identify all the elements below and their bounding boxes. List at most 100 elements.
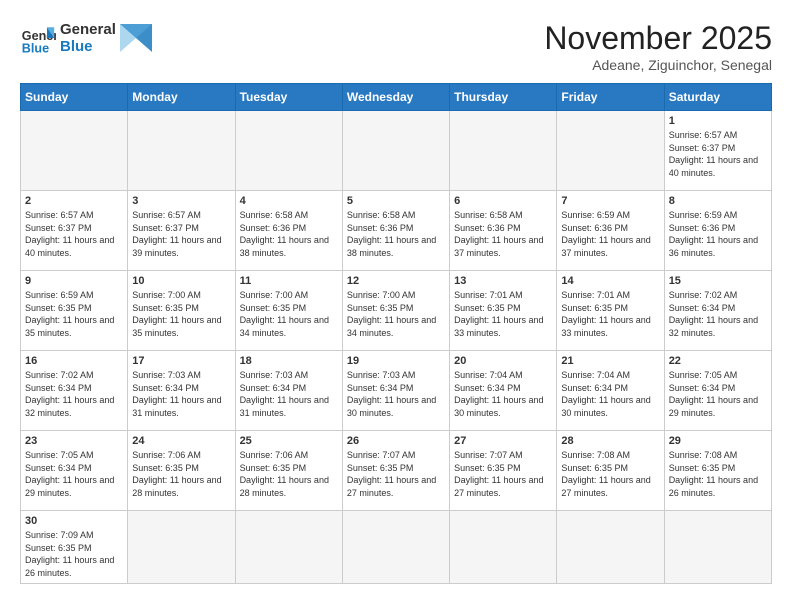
- cell-5-1: [128, 511, 235, 584]
- cell-info: Sunrise: 6:59 AMSunset: 6:36 PMDaylight:…: [561, 209, 659, 259]
- location-subtitle: Adeane, Ziguinchor, Senegal: [544, 57, 772, 73]
- cell-1-2: 4 Sunrise: 6:58 AMSunset: 6:36 PMDaylight…: [235, 191, 342, 271]
- cell-2-2: 11Sunrise: 7:00 AMSunset: 6:35 PMDayligh…: [235, 271, 342, 351]
- header-thursday: Thursday: [450, 84, 557, 111]
- cell-info: Sunrise: 6:59 AMSunset: 6:36 PMDaylight:…: [669, 209, 767, 259]
- cell-info: Sunrise: 7:01 AMSunset: 6:35 PMDaylight:…: [561, 289, 659, 339]
- week-row-1: 1Sunrise: 6:57 AMSunset: 6:37 PMDaylight…: [21, 111, 772, 191]
- cell-info: Sunrise: 7:04 AMSunset: 6:34 PMDaylight:…: [561, 369, 659, 419]
- cell-info: Sunrise: 7:04 AMSunset: 6:34 PMDaylight:…: [454, 369, 552, 419]
- cell-2-1: 10 Sunrise: 7:00 AMSunset: 6:35 PMDayligh…: [128, 271, 235, 351]
- cell-info: Sunrise: 7:00 AMSunset: 6:35 PMDaylight:…: [132, 289, 230, 339]
- cell-1-6: 8 Sunrise: 6:59 AMSunset: 6:36 PMDaylight…: [664, 191, 771, 271]
- cell-info: Sunrise: 7:00 AMSunset: 6:35 PMDaylight:…: [347, 289, 445, 339]
- cell-info: Sunrise: 7:08 AMSunset: 6:35 PMDaylight:…: [669, 449, 767, 499]
- day-number: 13: [454, 275, 552, 287]
- page-header: General Blue General Blue November 2025 …: [20, 20, 772, 73]
- week-row-4: 16 Sunrise: 7:02 AMSunset: 6:34 PMDayligh…: [21, 351, 772, 431]
- cell-info: Sunrise: 6:57 AMSunset: 6:37 PMDaylight:…: [132, 209, 230, 259]
- cell-5-3: [342, 511, 449, 584]
- cell-2-4: 13Sunrise: 7:01 AMSunset: 6:35 PMDayligh…: [450, 271, 557, 351]
- header-friday: Friday: [557, 84, 664, 111]
- cell-4-6: 29 Sunrise: 7:08 AMSunset: 6:35 PMDayligh…: [664, 431, 771, 511]
- cell-1-3: 5Sunrise: 6:58 AMSunset: 6:36 PMDaylight…: [342, 191, 449, 271]
- cell-info: Sunrise: 6:59 AMSunset: 6:35 PMDaylight:…: [25, 289, 123, 339]
- day-number: 25: [240, 435, 338, 447]
- cell-1-1: 3 Sunrise: 6:57 AMSunset: 6:37 PMDaylight…: [128, 191, 235, 271]
- cell-info: Sunrise: 6:57 AMSunset: 6:37 PMDaylight:…: [25, 209, 123, 259]
- calendar-table: SundayMondayTuesdayWednesdayThursdayFrid…: [20, 83, 772, 584]
- day-number: 7: [561, 195, 659, 207]
- day-number: 4: [240, 195, 338, 207]
- day-number: 3: [132, 195, 230, 207]
- cell-info: Sunrise: 7:03 AMSunset: 6:34 PMDaylight:…: [347, 369, 445, 419]
- cell-2-3: 12 Sunrise: 7:00 AMSunset: 6:35 PMDayligh…: [342, 271, 449, 351]
- cell-info: Sunrise: 7:05 AMSunset: 6:34 PMDaylight:…: [669, 369, 767, 419]
- cell-4-2: 25 Sunrise: 7:06 AMSunset: 6:35 PMDayligh…: [235, 431, 342, 511]
- day-number: 12: [347, 275, 445, 287]
- cell-3-0: 16 Sunrise: 7:02 AMSunset: 6:34 PMDayligh…: [21, 351, 128, 431]
- cell-1-4: 6Sunrise: 6:58 AMSunset: 6:36 PMDaylight…: [450, 191, 557, 271]
- title-block: November 2025 Adeane, Ziguinchor, Senega…: [544, 20, 772, 73]
- cell-info: Sunrise: 7:09 AMSunset: 6:35 PMDaylight:…: [25, 529, 123, 579]
- cell-3-6: 22 Sunrise: 7:05 AMSunset: 6:34 PMDayligh…: [664, 351, 771, 431]
- cell-0-3: [342, 111, 449, 191]
- day-number: 9: [25, 275, 123, 287]
- day-number: 10: [132, 275, 230, 287]
- header-wednesday: Wednesday: [342, 84, 449, 111]
- cell-2-6: 15 Sunrise: 7:02 AMSunset: 6:34 PMDayligh…: [664, 271, 771, 351]
- logo-icon: General Blue: [20, 20, 56, 56]
- day-number: 20: [454, 355, 552, 367]
- cell-0-2: [235, 111, 342, 191]
- cell-info: Sunrise: 7:03 AMSunset: 6:34 PMDaylight:…: [132, 369, 230, 419]
- cell-5-5: [557, 511, 664, 584]
- cell-1-0: 2 Sunrise: 6:57 AMSunset: 6:37 PMDaylight…: [21, 191, 128, 271]
- day-number: 28: [561, 435, 659, 447]
- day-number: 16: [25, 355, 123, 367]
- week-row-3: 9 Sunrise: 6:59 AMSunset: 6:35 PMDaylight…: [21, 271, 772, 351]
- cell-4-1: 24 Sunrise: 7:06 AMSunset: 6:35 PMDayligh…: [128, 431, 235, 511]
- header-monday: Monday: [128, 84, 235, 111]
- cell-3-4: 20 Sunrise: 7:04 AMSunset: 6:34 PMDayligh…: [450, 351, 557, 431]
- cell-info: Sunrise: 7:06 AMSunset: 6:35 PMDaylight:…: [132, 449, 230, 499]
- day-number: 2: [25, 195, 123, 207]
- logo-blue-text: Blue: [60, 38, 116, 55]
- cell-3-1: 17 Sunrise: 7:03 AMSunset: 6:34 PMDayligh…: [128, 351, 235, 431]
- week-row-5: 23Sunrise: 7:05 AMSunset: 6:34 PMDayligh…: [21, 431, 772, 511]
- day-number: 19: [347, 355, 445, 367]
- cell-0-4: [450, 111, 557, 191]
- cell-4-4: 27 Sunrise: 7:07 AMSunset: 6:35 PMDayligh…: [450, 431, 557, 511]
- cell-1-5: 7 Sunrise: 6:59 AMSunset: 6:36 PMDaylight…: [557, 191, 664, 271]
- cell-info: Sunrise: 7:06 AMSunset: 6:35 PMDaylight:…: [240, 449, 338, 499]
- logo-general-text: General: [60, 21, 116, 38]
- cell-5-2: [235, 511, 342, 584]
- cell-info: Sunrise: 7:02 AMSunset: 6:34 PMDaylight:…: [669, 289, 767, 339]
- cell-5-6: [664, 511, 771, 584]
- day-number: 22: [669, 355, 767, 367]
- day-number: 29: [669, 435, 767, 447]
- cell-info: Sunrise: 7:02 AMSunset: 6:34 PMDaylight:…: [25, 369, 123, 419]
- cell-info: Sunrise: 7:07 AMSunset: 6:35 PMDaylight:…: [347, 449, 445, 499]
- header-sunday: Sunday: [21, 84, 128, 111]
- cell-2-0: 9 Sunrise: 6:59 AMSunset: 6:35 PMDaylight…: [21, 271, 128, 351]
- month-year-title: November 2025: [544, 20, 772, 57]
- cell-info: Sunrise: 6:58 AMSunset: 6:36 PMDaylight:…: [240, 209, 338, 259]
- day-number: 26: [347, 435, 445, 447]
- day-number: 21: [561, 355, 659, 367]
- day-number: 1: [669, 115, 767, 127]
- day-number: 24: [132, 435, 230, 447]
- cell-3-2: 18Sunrise: 7:03 AMSunset: 6:34 PMDayligh…: [235, 351, 342, 431]
- cell-0-1: [128, 111, 235, 191]
- cell-info: Sunrise: 7:05 AMSunset: 6:34 PMDaylight:…: [25, 449, 123, 499]
- header-saturday: Saturday: [664, 84, 771, 111]
- day-number: 27: [454, 435, 552, 447]
- day-number: 15: [669, 275, 767, 287]
- day-number: 17: [132, 355, 230, 367]
- cell-3-3: 19 Sunrise: 7:03 AMSunset: 6:34 PMDayligh…: [342, 351, 449, 431]
- cell-0-0: [21, 111, 128, 191]
- cell-info: Sunrise: 7:08 AMSunset: 6:35 PMDaylight:…: [561, 449, 659, 499]
- cell-info: Sunrise: 7:07 AMSunset: 6:35 PMDaylight:…: [454, 449, 552, 499]
- cell-3-5: 21 Sunrise: 7:04 AMSunset: 6:34 PMDayligh…: [557, 351, 664, 431]
- cell-2-5: 14Sunrise: 7:01 AMSunset: 6:35 PMDayligh…: [557, 271, 664, 351]
- day-number: 8: [669, 195, 767, 207]
